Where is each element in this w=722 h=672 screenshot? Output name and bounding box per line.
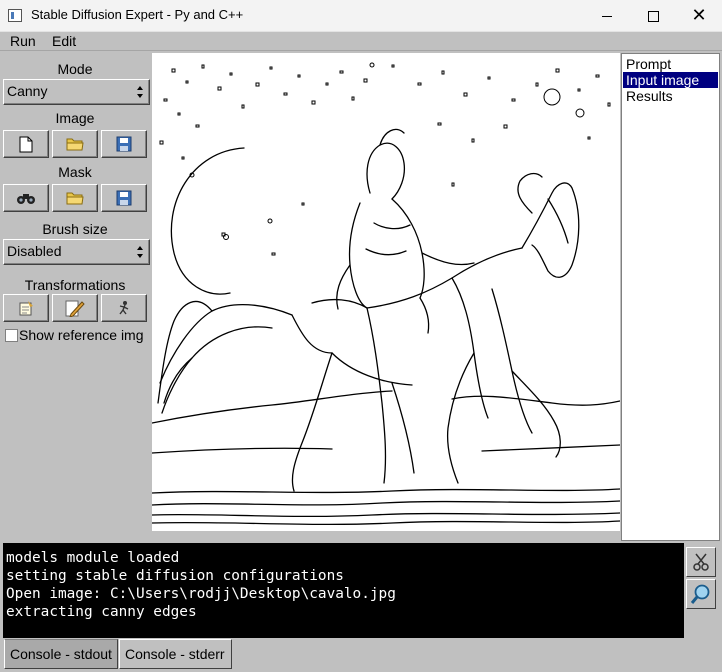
title-bar: Stable Diffusion Expert - Py and C++ ✕ — [0, 0, 722, 32]
minimize-button[interactable] — [584, 0, 630, 32]
brush-size-value: Disabled — [7, 243, 62, 259]
save-mask-button[interactable] — [101, 184, 147, 212]
magnifier-icon — [690, 584, 710, 604]
figure-icon — [119, 301, 129, 315]
canny-edge-image — [152, 62, 620, 526]
checkbox-icon[interactable] — [5, 329, 18, 342]
binoculars-icon — [17, 194, 35, 204]
mask-label: Mask — [58, 164, 92, 180]
mode-select[interactable]: Canny — [3, 79, 150, 105]
new-file-icon — [19, 136, 33, 152]
list-item-input-image[interactable]: Input image — [623, 72, 718, 88]
spinner-arrows-icon — [137, 246, 144, 258]
console-toolbar — [685, 543, 721, 638]
show-reference-label: Show reference img — [19, 327, 144, 343]
list-item-prompt[interactable]: Prompt — [623, 56, 718, 72]
spinner-arrows-icon — [137, 86, 144, 98]
brush-size-select[interactable]: Disabled — [3, 239, 150, 265]
transform-pose-button[interactable] — [101, 294, 147, 322]
mask-view-button[interactable] — [3, 184, 49, 212]
app-icon — [8, 9, 22, 22]
clear-console-button[interactable] — [686, 547, 716, 577]
console-line: models module loaded — [6, 550, 180, 566]
transformations-label: Transformations — [24, 277, 126, 293]
maximize-button[interactable] — [630, 0, 676, 32]
open-folder-icon — [66, 138, 84, 151]
open-folder-icon — [66, 192, 84, 205]
open-image-button[interactable] — [52, 130, 98, 158]
image-label: Image — [55, 110, 95, 126]
transform-edit-button[interactable] — [52, 294, 98, 322]
tab-console-stderr[interactable]: Console - stderr — [119, 639, 232, 669]
brush-size-label: Brush size — [42, 221, 108, 237]
tab-console-stdout[interactable]: Console - stdout — [4, 639, 118, 669]
list-item-results[interactable]: Results — [623, 88, 718, 104]
minimize-icon — [602, 15, 612, 17]
search-console-button[interactable] — [686, 579, 716, 609]
menu-bar: Run Edit — [0, 32, 722, 51]
console-output[interactable]: models module loaded setting stable diff… — [3, 543, 684, 638]
main-window-area: Mode Canny Image Mask Brush size Disable… — [0, 51, 722, 672]
scissors-icon — [693, 553, 709, 571]
save-disk-icon — [116, 190, 132, 206]
notepad-icon — [19, 301, 33, 316]
close-icon: ✕ — [691, 5, 707, 26]
console-line: setting stable diffusion configurations — [6, 568, 344, 584]
maximize-icon — [647, 10, 659, 22]
close-button[interactable]: ✕ — [676, 0, 722, 32]
window-title: Stable Diffusion Expert - Py and C++ — [31, 7, 244, 22]
panel-list: Prompt Input image Results — [621, 53, 720, 541]
menu-edit[interactable]: Edit — [52, 33, 76, 49]
save-image-button[interactable] — [101, 130, 147, 158]
console-line: extracting canny edges — [6, 604, 197, 620]
pencil-icon — [65, 300, 85, 317]
image-canvas[interactable] — [152, 53, 620, 531]
new-image-button[interactable] — [3, 130, 49, 158]
show-reference-checkbox[interactable]: Show reference img — [3, 326, 150, 346]
menu-run[interactable]: Run — [10, 33, 36, 49]
console-line: Open image: C:\Users\rodjj\Desktop\caval… — [6, 586, 396, 602]
transform-notes-button[interactable] — [3, 294, 49, 322]
mode-select-value: Canny — [7, 83, 48, 99]
mode-label: Mode — [57, 61, 93, 77]
save-disk-icon — [116, 136, 132, 152]
open-mask-button[interactable] — [52, 184, 98, 212]
